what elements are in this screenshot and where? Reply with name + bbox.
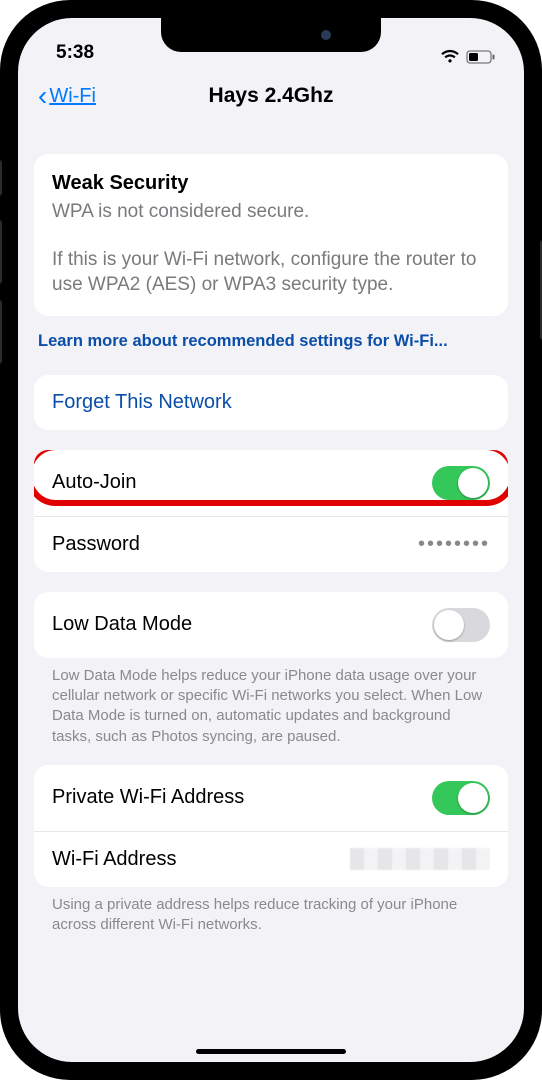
wifi-address-value-redacted (350, 848, 490, 870)
private-footer: Using a private address helps reduce tra… (34, 887, 508, 936)
forget-label: Forget This Network (52, 391, 232, 414)
security-line1: WPA is not considered secure. (52, 199, 490, 225)
learn-more-link[interactable]: Learn more about recommended settings fo… (34, 316, 508, 355)
private-address-label: Private Wi-Fi Address (52, 786, 244, 809)
status-icons (440, 49, 496, 64)
phone-frame: 5:38 ‹ Wi-Fi Hays 2.4Ghz Weak Security W… (0, 0, 542, 1080)
volume-down-button (0, 300, 2, 364)
home-indicator[interactable] (196, 1049, 346, 1054)
back-button[interactable]: ‹ Wi-Fi (38, 82, 96, 110)
status-time: 5:38 (56, 42, 94, 64)
auto-join-toggle[interactable] (432, 466, 490, 500)
security-heading: Weak Security (52, 172, 490, 195)
low-data-row[interactable]: Low Data Mode (34, 592, 508, 658)
chevron-left-icon: ‹ (38, 82, 47, 110)
auto-join-row[interactable]: Auto-Join (34, 450, 508, 516)
notch (161, 18, 381, 52)
private-address-toggle[interactable] (432, 781, 490, 815)
auto-join-label: Auto-Join (52, 471, 137, 494)
volume-up-button (0, 220, 2, 284)
low-data-footer: Low Data Mode helps reduce your iPhone d… (34, 658, 508, 747)
back-label: Wi-Fi (49, 85, 96, 108)
join-group: Auto-Join Password •••••••• (34, 450, 508, 572)
wifi-address-label: Wi-Fi Address (52, 848, 176, 871)
low-data-toggle[interactable] (432, 608, 490, 642)
wifi-address-row[interactable]: Wi-Fi Address (34, 831, 508, 887)
battery-icon (466, 50, 496, 64)
private-group: Private Wi-Fi Address Wi-Fi Address (34, 765, 508, 887)
forget-group: Forget This Network (34, 375, 508, 430)
password-row[interactable]: Password •••••••• (34, 516, 508, 572)
low-data-label: Low Data Mode (52, 613, 192, 636)
content[interactable]: Weak Security WPA is not considered secu… (18, 124, 524, 1062)
lowdata-group: Low Data Mode (34, 592, 508, 658)
security-warning-card: Weak Security WPA is not considered secu… (34, 154, 508, 316)
mute-switch (0, 160, 2, 196)
nav-bar: ‹ Wi-Fi Hays 2.4Ghz (18, 68, 524, 124)
password-label: Password (52, 533, 140, 556)
password-value: •••••••• (418, 533, 490, 556)
page-title: Hays 2.4Ghz (209, 84, 334, 108)
wifi-icon (440, 49, 460, 64)
security-line2: If this is your Wi-Fi network, configure… (52, 247, 490, 298)
forget-network-button[interactable]: Forget This Network (34, 375, 508, 430)
screen: 5:38 ‹ Wi-Fi Hays 2.4Ghz Weak Security W… (18, 18, 524, 1062)
private-address-row[interactable]: Private Wi-Fi Address (34, 765, 508, 831)
